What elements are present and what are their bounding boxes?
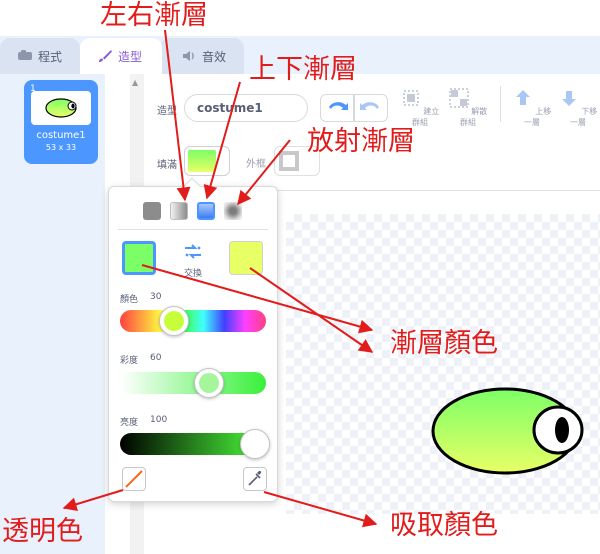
costume-name: costume1 — [36, 130, 86, 141]
annotation-left-right-gradient: 左右漸層 — [100, 0, 208, 31]
ungroup-icon — [449, 88, 469, 108]
tab-code-label: 程式 — [38, 49, 63, 64]
ungroup-label: 解散群組 — [460, 107, 488, 127]
undo-button[interactable] — [320, 94, 354, 122]
annotation-transparent: 透明色 — [2, 516, 83, 547]
hue-slider-knob[interactable] — [158, 306, 189, 336]
tab-sound-label: 音效 — [202, 49, 227, 64]
outline-preview — [279, 151, 299, 171]
tab-costume[interactable]: 造型 — [80, 38, 162, 74]
fill-color-swatch[interactable] — [184, 146, 230, 176]
swap-label: 交換 — [184, 269, 203, 279]
swap-icon[interactable] — [183, 243, 203, 261]
saturation-slider-knob[interactable] — [193, 368, 224, 398]
ungroup-button[interactable]: 解散群組 — [446, 88, 490, 130]
saturation-label: 彩度 — [120, 356, 139, 366]
costume-name-label: 造型 — [157, 106, 177, 117]
tab-sound[interactable]: 音效 — [160, 38, 244, 74]
code-icon — [18, 50, 32, 60]
costume-tile[interactable]: 1 costume1 53 x 33 — [24, 80, 98, 164]
costume-name-input[interactable]: costume1 — [184, 94, 308, 122]
brightness-label: 亮度 — [120, 418, 139, 428]
gradient-color-2-swatch[interactable] — [229, 241, 263, 275]
hue-slider[interactable] — [120, 306, 266, 336]
annotation-top-bottom-gradient: 上下漸層 — [249, 54, 357, 85]
hue-value: 30 — [150, 292, 162, 302]
sprite-thumbnail-icon — [45, 98, 77, 118]
eyedropper-icon — [248, 470, 262, 486]
outline-label: 外框 — [246, 159, 266, 170]
toolbar-separator — [500, 86, 501, 122]
eyedropper-button[interactable] — [243, 467, 267, 491]
brightness-slider-knob[interactable] — [240, 429, 270, 459]
brightness-slider[interactable] — [120, 429, 270, 459]
brush-icon — [99, 50, 112, 62]
annotation-gradient-colors: 漸層顏色 — [390, 328, 498, 359]
sound-icon — [183, 51, 194, 61]
forward-button[interactable]: 上移一層 — [510, 88, 554, 130]
hue-label: 顏色 — [120, 295, 139, 305]
backward-button[interactable]: 下移一層 — [556, 88, 600, 130]
fill-mode-solid-button[interactable] — [143, 202, 161, 220]
costume-list: 1 costume1 53 x 33 — [0, 74, 105, 554]
group-label: 建立群組 — [412, 107, 440, 127]
brightness-value: 100 — [150, 415, 168, 425]
paint-canvas[interactable] — [286, 214, 600, 514]
saturation-value: 60 — [150, 353, 162, 363]
fill-gradient-preview — [188, 150, 216, 172]
no-color-icon — [125, 470, 143, 488]
fill-label: 填滿 — [157, 160, 177, 171]
undo-icon — [329, 102, 348, 110]
group-button[interactable]: 建立群組 — [398, 88, 442, 130]
gradient-color-1-swatch[interactable] — [122, 241, 156, 275]
fill-mode-horizontal-gradient-button[interactable] — [170, 202, 188, 220]
tab-code[interactable]: 程式 — [0, 38, 80, 74]
costume-thumbnail — [31, 91, 91, 125]
backward-label: 下移一層 — [570, 107, 598, 127]
scroll-up-icon[interactable]: ▲ — [132, 78, 138, 87]
forward-label: 上移一層 — [524, 107, 552, 127]
group-icon — [403, 90, 419, 106]
saturation-slider[interactable] — [120, 368, 266, 398]
saturation-knob-color — [198, 373, 219, 393]
hue-knob-color — [163, 311, 184, 331]
brightness-knob-color — [245, 434, 265, 454]
redo-button[interactable] — [354, 94, 388, 122]
annotation-radial-gradient: 放射漸層 — [307, 126, 415, 157]
redo-icon — [360, 102, 379, 110]
annotation-eyedropper: 吸取顏色 — [390, 510, 498, 541]
tab-costume-label: 造型 — [118, 49, 143, 64]
arrow-up-icon — [515, 90, 530, 105]
fill-mode-radial-gradient-button[interactable] — [224, 202, 242, 220]
sprite-drawing — [431, 387, 584, 475]
costume-size: 53 x 33 — [45, 143, 77, 152]
popover-divider — [118, 229, 268, 230]
fill-mode-vertical-gradient-button[interactable] — [197, 202, 215, 220]
arrow-down-icon — [561, 91, 576, 106]
transparent-color-button[interactable] — [122, 467, 146, 491]
